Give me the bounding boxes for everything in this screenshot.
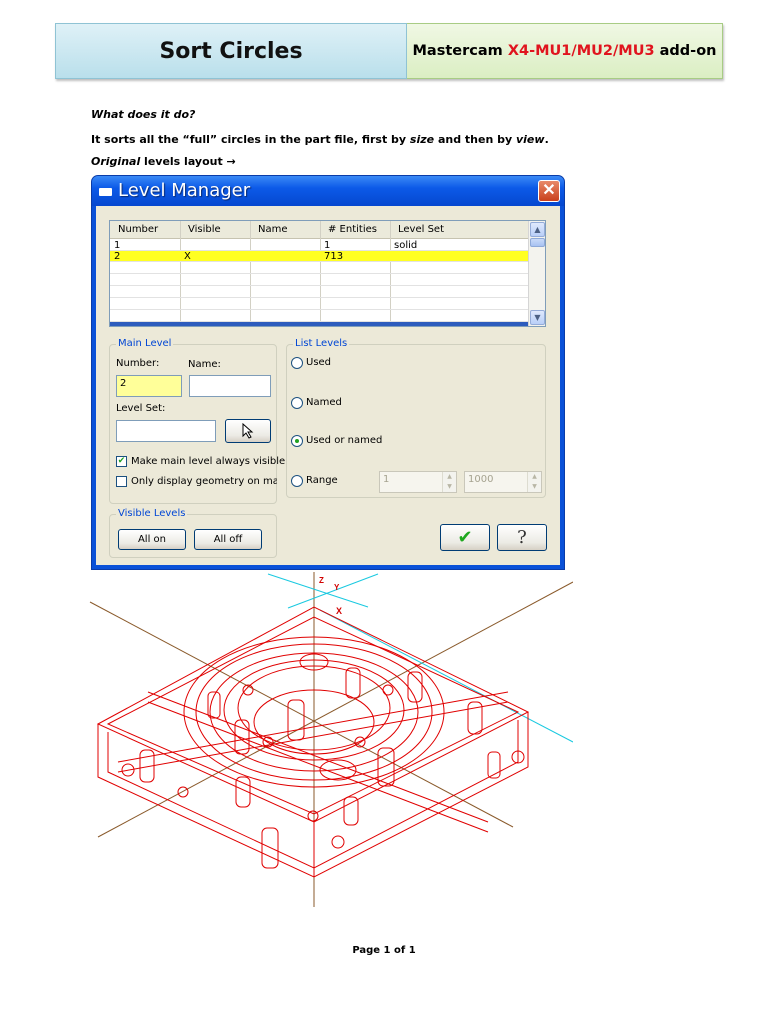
product-label: Mastercam X4-MU1/MU2/MU3 add-on (413, 43, 717, 59)
axis-z-label: Z (319, 576, 324, 585)
question-text: What does it do? (91, 108, 196, 121)
description: It sorts all the “full” circles in the p… (91, 133, 549, 146)
all-on-button[interactable]: All on (118, 529, 186, 550)
only-display-checkbox[interactable] (116, 476, 127, 487)
visible-levels-label: Visible Levels (116, 508, 188, 519)
pick-level-button[interactable] (225, 419, 271, 443)
used-radio[interactable] (291, 357, 303, 369)
range-to-field[interactable]: 1000 ▲ ▼ (464, 471, 542, 493)
cell-entities: 713 (324, 251, 344, 262)
list-levels-group: List Levels Used Named Used or named Ran… (286, 338, 546, 498)
cell-number: 1 (114, 240, 121, 251)
dialog-title: Level Manager (118, 180, 251, 201)
product-version: X4-MU1/MU2/MU3 (507, 43, 655, 59)
desc-size: size (409, 133, 435, 146)
name-label: Name: (188, 359, 221, 370)
name-field[interactable] (189, 375, 271, 397)
visible-levels-group: Visible Levels All on All off (109, 508, 277, 558)
header-banner: Sort Circles Mastercam X4-MU1/MU2/MU3 ad… (55, 23, 723, 79)
desc-part-2: and then by (434, 133, 516, 146)
table-bottom-bar (110, 322, 530, 326)
used-or-named-radio[interactable] (291, 435, 303, 447)
dialog-titlebar[interactable]: Level Manager ✕ (92, 176, 564, 206)
number-field[interactable]: 2 (116, 375, 182, 397)
page-prefix: Page (352, 945, 384, 956)
col-number-header[interactable]: Number (118, 224, 158, 235)
range-from-value: 1 (383, 474, 390, 485)
make-visible-checkbox[interactable]: ✔ (116, 456, 127, 467)
all-off-button[interactable]: All off (194, 529, 262, 550)
desc-view: view (515, 133, 545, 146)
range-label[interactable]: Range (306, 475, 338, 486)
cell-number: 2 (114, 251, 121, 262)
col-name-header[interactable]: Name (258, 224, 288, 235)
col-entities-header[interactable]: # Entities (328, 224, 377, 235)
page-footer: Page 1 of 1 (0, 945, 768, 956)
range-from-spinner-icon[interactable]: ▲ ▼ (442, 472, 456, 492)
axis-x-label: X (336, 606, 343, 616)
col-level-set-header[interactable]: Level Set (398, 224, 444, 235)
table-row[interactable]: 1 1 solid (110, 240, 530, 251)
named-radio[interactable] (291, 397, 303, 409)
help-icon: ? (517, 527, 527, 548)
cursor-arrow-icon (242, 422, 254, 439)
help-button[interactable]: ? (497, 524, 547, 551)
range-to-value: 1000 (468, 474, 494, 485)
window-icon (99, 188, 112, 196)
list-levels-label: List Levels (293, 338, 350, 349)
named-label[interactable]: Named (306, 397, 342, 408)
used-label[interactable]: Used (306, 357, 331, 368)
number-label: Number: (116, 358, 160, 369)
product-box: Mastercam X4-MU1/MU2/MU3 add-on (407, 23, 723, 79)
axis-y-label: Y (334, 583, 340, 592)
col-visible-header[interactable]: Visible (188, 224, 221, 235)
part-geometry (96, 606, 530, 878)
guide-lines (89, 572, 573, 907)
main-level-group: Main Level Number: Name: 2 Level Set: ✔ … (109, 338, 285, 504)
cell-visible: X (184, 251, 191, 262)
table-scrollbar[interactable]: ▲ ▼ (528, 221, 545, 326)
make-visible-label[interactable]: Make main level always visible (131, 456, 285, 467)
desc-part-3: . (544, 133, 549, 146)
level-set-field[interactable] (116, 420, 216, 442)
page-total: 1 (408, 945, 416, 956)
close-button[interactable]: ✕ (538, 180, 560, 202)
table-row-empty[interactable] (110, 311, 530, 322)
level-set-label: Level Set: (116, 403, 166, 414)
scroll-down-icon[interactable]: ▼ (530, 310, 545, 325)
page-current: 1 (383, 945, 391, 956)
layout-caption: Original levels layout → (91, 155, 236, 168)
table-row-empty[interactable] (110, 299, 530, 310)
range-radio[interactable] (291, 475, 303, 487)
question-heading: What does it do? (91, 108, 195, 121)
used-or-named-label[interactable]: Used or named (306, 435, 382, 446)
table-row-empty[interactable] (110, 263, 530, 274)
product-suffix: add-on (654, 43, 717, 59)
table-row-selected[interactable]: 2 X 713 (110, 251, 530, 262)
table-row-empty[interactable] (110, 287, 530, 298)
cell-level-set: solid (394, 240, 418, 251)
dialog-client: Number Visible Name # Entities Level Set… (96, 206, 560, 565)
desc-part-1: It sorts all the “full” circles in the p… (91, 133, 410, 146)
cell-entities: 1 (324, 240, 331, 251)
page-mid: of (390, 945, 409, 956)
wireframe-drawing (89, 572, 573, 907)
layout-rest: levels layout → (140, 155, 236, 168)
page-title: Sort Circles (159, 38, 303, 64)
scroll-up-icon[interactable]: ▲ (530, 222, 545, 237)
table-row-empty[interactable] (110, 275, 530, 286)
scroll-thumb[interactable] (530, 238, 545, 247)
level-manager-dialog: Level Manager ✕ Number Visible Name # En… (91, 175, 565, 570)
range-to-spinner-icon[interactable]: ▲ ▼ (527, 472, 541, 492)
range-from-field[interactable]: 1 ▲ ▼ (379, 471, 457, 493)
only-display-label[interactable]: Only display geometry on main le (131, 476, 277, 487)
layout-italic: Original (91, 155, 141, 168)
ok-button[interactable]: ✔ (440, 524, 490, 551)
product-prefix: Mastercam (412, 43, 508, 59)
checkmark-icon: ✔ (457, 527, 473, 548)
title-box: Sort Circles (55, 23, 407, 79)
main-level-label: Main Level (116, 338, 174, 349)
levels-table[interactable]: Number Visible Name # Entities Level Set… (109, 220, 546, 327)
